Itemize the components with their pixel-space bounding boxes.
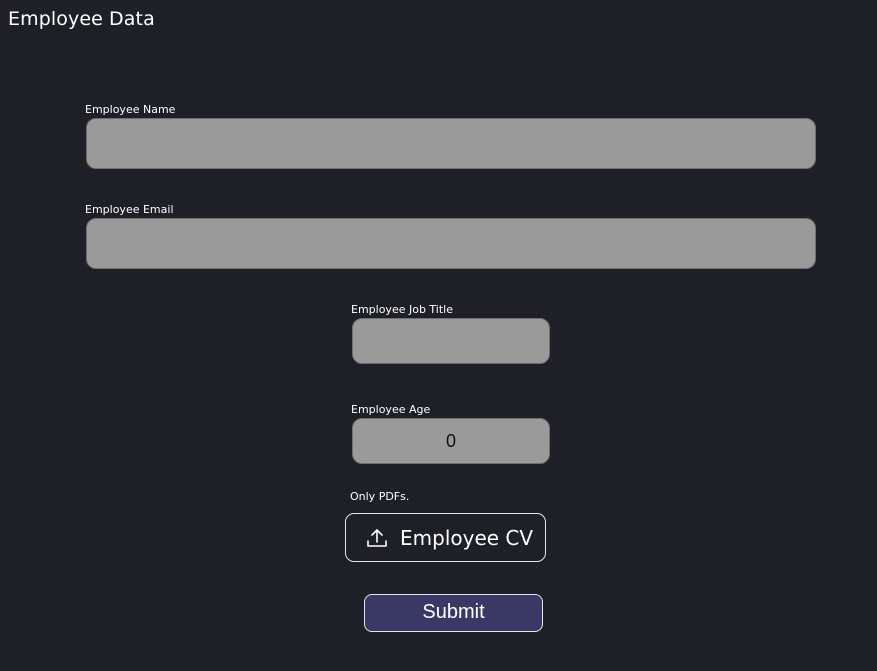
cv-hint-text: Only PDFs. [350,490,410,503]
employee-name-input[interactable] [86,118,816,169]
upload-icon [365,526,389,550]
employee-name-label: Employee Name [85,103,176,116]
page-title: Employee Data [8,8,155,30]
employee-email-label: Employee Email [85,203,174,216]
submit-button[interactable]: Submit [364,594,543,632]
employee-job-title-label: Employee Job Title [351,303,454,316]
employee-cv-label: Employee CV [400,525,534,550]
employee-email-input[interactable] [86,218,816,269]
employee-job-title-input[interactable] [352,318,550,364]
employee-age-input[interactable] [352,418,550,464]
employee-cv-upload-button[interactable]: Employee CV [345,513,546,562]
employee-age-label: Employee Age [351,403,431,416]
